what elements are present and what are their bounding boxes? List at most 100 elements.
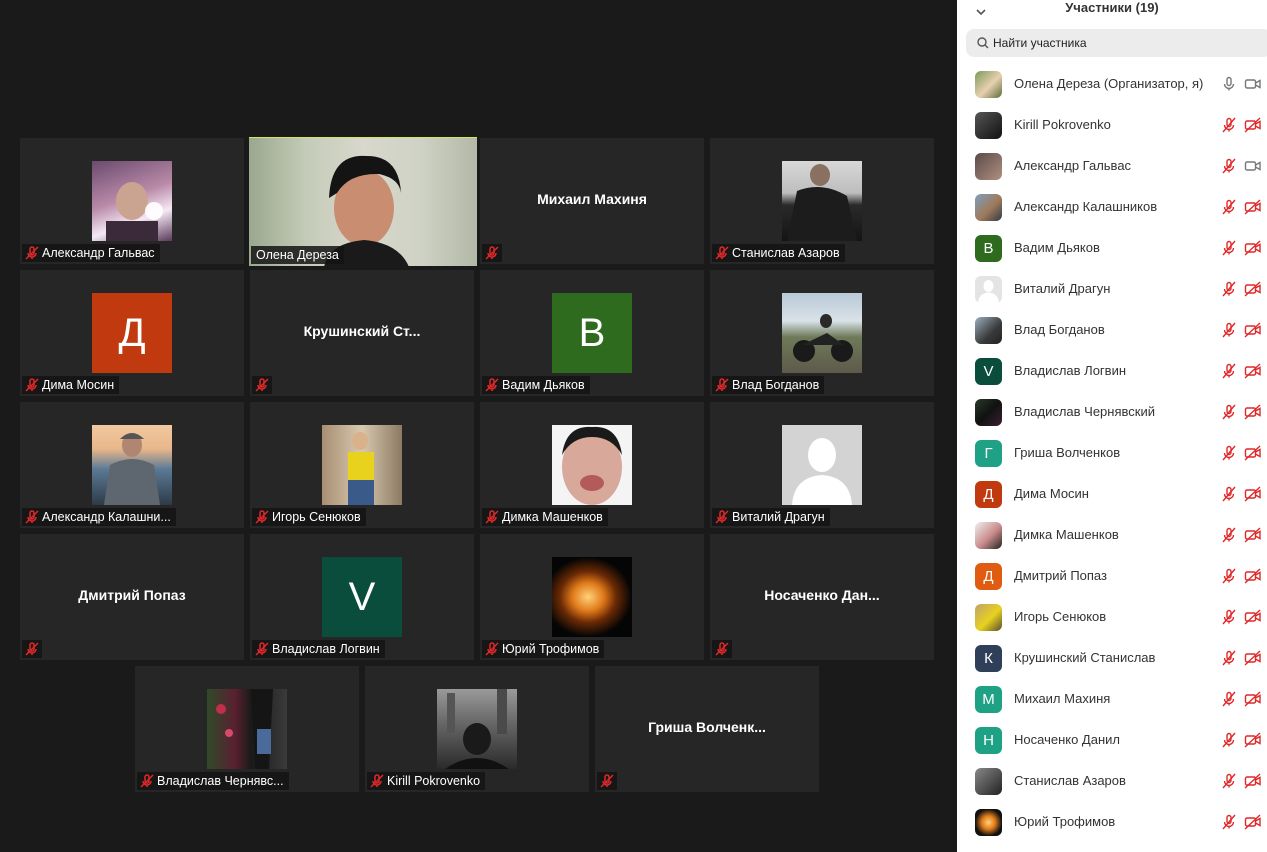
mic-muted-icon[interactable]: [1221, 445, 1237, 461]
mic-muted-icon: [255, 510, 269, 524]
participant-row[interactable]: Юрий Трофимов: [957, 801, 1267, 842]
avatar: [975, 112, 1002, 139]
participant-initial-avatar: Д: [975, 481, 1002, 508]
participant-row[interactable]: Александр Калашников: [957, 186, 1267, 227]
participant-initial-avatar: М: [975, 686, 1002, 713]
participant-initial-avatar: Г: [975, 440, 1002, 467]
camera-off-icon[interactable]: [1244, 281, 1262, 297]
participant-row[interactable]: Александр Гальвас: [957, 145, 1267, 186]
video-tile[interactable]: Виталий Драгун: [710, 402, 934, 528]
mic-muted-icon[interactable]: [1221, 568, 1237, 584]
mic-muted-icon[interactable]: [1221, 814, 1237, 830]
participant-name: Александр Калашни...: [42, 510, 171, 524]
video-tile[interactable]: Влад Богданов: [710, 270, 934, 396]
camera-icon[interactable]: [1244, 76, 1262, 92]
participant-row[interactable]: Виталий Драгун: [957, 268, 1267, 309]
mic-muted-icon: [140, 774, 154, 788]
video-tile[interactable]: Д Дима Мосин: [20, 270, 244, 396]
participant-name: Дима Мосин: [1014, 486, 1089, 501]
avatar: [975, 71, 1002, 98]
mic-muted-icon[interactable]: [1221, 117, 1237, 133]
participant-row[interactable]: Владислав Чернявский: [957, 391, 1267, 432]
camera-off-icon[interactable]: [1244, 732, 1262, 748]
camera-off-icon[interactable]: [1244, 445, 1262, 461]
participant-row[interactable]: V Владислав Логвин: [957, 350, 1267, 391]
camera-off-icon[interactable]: [1244, 486, 1262, 502]
participant-row[interactable]: В Вадим Дьяков: [957, 227, 1267, 268]
participant-name-tag: [22, 640, 42, 658]
participant-name-tag: Вадим Дьяков: [482, 376, 590, 394]
video-tile[interactable]: Крушинский Ст...: [250, 270, 474, 396]
participant-row[interactable]: Игорь Сенюков: [957, 596, 1267, 637]
camera-off-icon[interactable]: [1244, 322, 1262, 338]
video-tile[interactable]: Носаченко Дан...: [710, 534, 934, 660]
camera-off-icon[interactable]: [1244, 568, 1262, 584]
participant-name: Владислав Чернявс...: [157, 774, 284, 788]
avatar: [975, 604, 1002, 631]
mic-muted-icon[interactable]: [1221, 650, 1237, 666]
mic-muted-icon[interactable]: [1221, 363, 1237, 379]
mic-muted-icon[interactable]: [1221, 486, 1237, 502]
camera-off-icon[interactable]: [1244, 691, 1262, 707]
participant-row[interactable]: Влад Богданов: [957, 309, 1267, 350]
participant-row[interactable]: Kirill Pokrovenko: [957, 104, 1267, 145]
camera-off-icon[interactable]: [1244, 240, 1262, 256]
participant-name: Kirill Pokrovenko: [387, 774, 481, 788]
participant-row[interactable]: Станислав Азаров: [957, 760, 1267, 801]
participant-name: Виталий Драгун: [732, 510, 825, 524]
video-tile[interactable]: Александр Гальвас: [20, 138, 244, 264]
camera-off-icon[interactable]: [1244, 363, 1262, 379]
mic-muted-icon[interactable]: [1221, 322, 1237, 338]
participant-initial-avatar: V: [322, 557, 402, 637]
video-tile[interactable]: V Владислав Логвин: [250, 534, 474, 660]
participant-name: Игорь Сенюков: [272, 510, 361, 524]
video-tile[interactable]: Михаил Махиня: [480, 138, 704, 264]
camera-off-icon[interactable]: [1244, 650, 1262, 666]
video-tile[interactable]: Kirill Pokrovenko: [365, 666, 589, 792]
participant-search[interactable]: [966, 29, 1267, 57]
participant-name-tag: Станислав Азаров: [712, 244, 845, 262]
mic-icon[interactable]: [1221, 76, 1237, 92]
camera-off-icon[interactable]: [1244, 773, 1262, 789]
video-tile[interactable]: Димка Машенков: [480, 402, 704, 528]
video-tile[interactable]: В Вадим Дьяков: [480, 270, 704, 396]
participant-row[interactable]: Д Дмитрий Попаз: [957, 555, 1267, 596]
mic-muted-icon[interactable]: [1221, 773, 1237, 789]
participant-row[interactable]: Димка Машенков: [957, 514, 1267, 555]
camera-off-icon[interactable]: [1244, 404, 1262, 420]
camera-off-icon[interactable]: [1244, 527, 1262, 543]
video-tile[interactable]: Александр Калашни...: [20, 402, 244, 528]
participant-row[interactable]: Олена Дереза (Организатор, я): [957, 63, 1267, 104]
search-icon: [977, 37, 989, 49]
mic-muted-icon[interactable]: [1221, 404, 1237, 420]
participant-row[interactable]: Д Дима Мосин: [957, 473, 1267, 514]
camera-off-icon[interactable]: [1244, 117, 1262, 133]
participant-photo: [552, 425, 632, 505]
participant-row[interactable]: Н Носаченко Данил: [957, 719, 1267, 760]
video-tile[interactable]: Владислав Чернявс...: [135, 666, 359, 792]
active-speaker-tile[interactable]: Олена Дереза: [249, 137, 477, 266]
mic-muted-icon[interactable]: [1221, 527, 1237, 543]
participant-name-tag: [252, 376, 272, 394]
mic-muted-icon[interactable]: [1221, 281, 1237, 297]
camera-off-icon[interactable]: [1244, 814, 1262, 830]
mic-muted-icon[interactable]: [1221, 691, 1237, 707]
video-tile[interactable]: Игорь Сенюков: [250, 402, 474, 528]
search-input[interactable]: [993, 29, 1263, 57]
participant-row[interactable]: К Крушинский Станислав: [957, 637, 1267, 678]
mic-muted-icon[interactable]: [1221, 240, 1237, 256]
video-tile[interactable]: Юрий Трофимов: [480, 534, 704, 660]
video-tile[interactable]: Станислав Азаров: [710, 138, 934, 264]
mic-muted-icon[interactable]: [1221, 199, 1237, 215]
mic-muted-icon[interactable]: [1221, 158, 1237, 174]
avatar: [975, 153, 1002, 180]
participant-row[interactable]: Г Гриша Волченков: [957, 432, 1267, 473]
video-tile[interactable]: Гриша Волченк...: [595, 666, 819, 792]
mic-muted-icon[interactable]: [1221, 609, 1237, 625]
mic-muted-icon[interactable]: [1221, 732, 1237, 748]
camera-icon[interactable]: [1244, 158, 1262, 174]
participant-row[interactable]: М Михаил Махиня: [957, 678, 1267, 719]
video-tile[interactable]: Дмитрий Попаз: [20, 534, 244, 660]
camera-off-icon[interactable]: [1244, 609, 1262, 625]
camera-off-icon[interactable]: [1244, 199, 1262, 215]
